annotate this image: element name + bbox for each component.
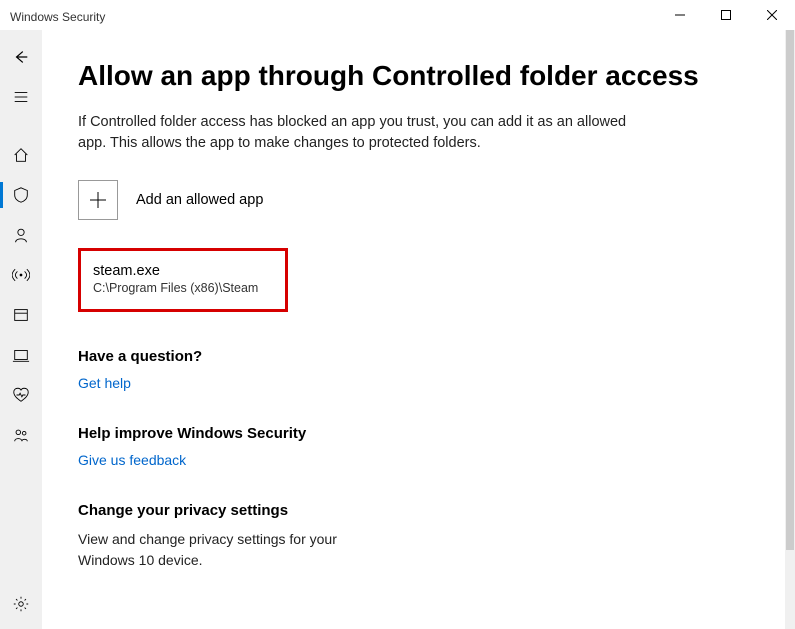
- add-button-label: Add an allowed app: [136, 192, 263, 208]
- device-icon[interactable]: [0, 336, 42, 374]
- feedback-heading: Help improve Windows Security: [78, 425, 755, 442]
- add-button[interactable]: [78, 180, 118, 220]
- help-section: Have a question? Get help: [78, 348, 755, 391]
- titlebar: Windows Security: [0, 0, 795, 30]
- back-button[interactable]: [0, 38, 42, 76]
- settings-icon[interactable]: [0, 585, 42, 623]
- sidebar: [0, 30, 42, 629]
- minimize-button[interactable]: [657, 0, 703, 30]
- feedback-section: Help improve Windows Security Give us fe…: [78, 425, 755, 468]
- privacy-section: Change your privacy settings View and ch…: [78, 502, 755, 570]
- help-heading: Have a question?: [78, 348, 755, 365]
- close-button[interactable]: [749, 0, 795, 30]
- add-allowed-app-row[interactable]: Add an allowed app: [78, 180, 755, 220]
- maximize-button[interactable]: [703, 0, 749, 30]
- app-browser-icon[interactable]: [0, 296, 42, 334]
- app-name: steam.exe: [93, 263, 273, 279]
- main-content: Allow an app through Controlled folder a…: [42, 30, 795, 629]
- feedback-link[interactable]: Give us feedback: [78, 452, 755, 468]
- person-icon[interactable]: [0, 216, 42, 254]
- page-subtitle: If Controlled folder access has blocked …: [78, 112, 638, 154]
- app-path: C:\Program Files (x86)\Steam: [93, 281, 273, 295]
- scrollbar[interactable]: [785, 30, 795, 629]
- network-icon[interactable]: [0, 256, 42, 294]
- family-icon[interactable]: [0, 416, 42, 454]
- health-icon[interactable]: [0, 376, 42, 414]
- home-icon[interactable]: [0, 136, 42, 174]
- window-controls: [657, 0, 795, 30]
- window-title: Windows Security: [10, 6, 105, 24]
- shield-icon[interactable]: [0, 176, 42, 214]
- privacy-heading: Change your privacy settings: [78, 502, 755, 519]
- menu-button[interactable]: [0, 78, 42, 116]
- scrollbar-thumb[interactable]: [786, 30, 794, 550]
- privacy-text: View and change privacy settings for you…: [78, 529, 338, 570]
- get-help-link[interactable]: Get help: [78, 375, 755, 391]
- page-title: Allow an app through Controlled folder a…: [78, 58, 755, 94]
- allowed-app-item[interactable]: steam.exe C:\Program Files (x86)\Steam: [78, 248, 288, 312]
